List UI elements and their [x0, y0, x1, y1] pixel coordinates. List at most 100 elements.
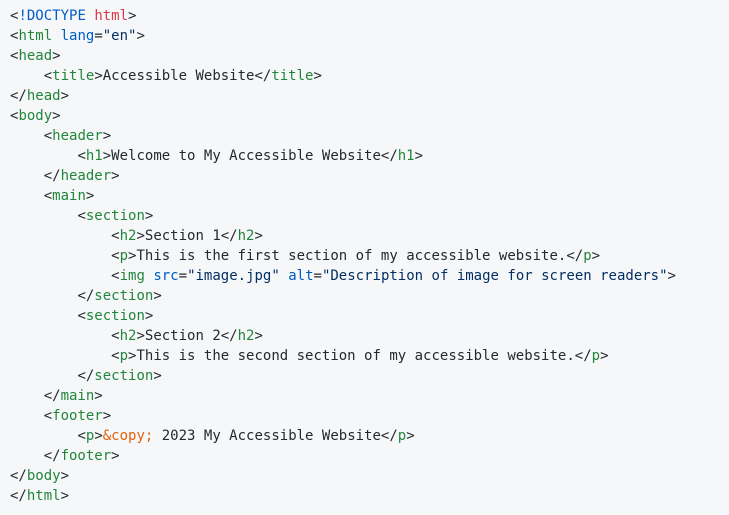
code-token: lang	[60, 28, 95, 44]
code-token: h1	[85, 148, 103, 164]
code-token: >	[600, 348, 609, 364]
code-token: src	[153, 268, 179, 284]
code-line: <img src="image.jpg" alt="Description of…	[10, 266, 729, 286]
code-token: <	[43, 408, 53, 424]
code-line: </head>	[10, 86, 729, 106]
code-token: </	[380, 428, 398, 444]
code-line: </footer>	[10, 446, 729, 466]
code-token: "en"	[102, 28, 137, 44]
code-line: <main>	[10, 186, 729, 206]
code-token: "Description of image for screen readers…	[321, 268, 668, 284]
code-token: <	[111, 268, 120, 284]
code-token: </	[77, 368, 95, 384]
code-view[interactable]: <!DOCTYPE html> <html lang="en"> <head> <t…	[0, 0, 729, 515]
code-token: This is the first section of my accessib…	[136, 248, 567, 264]
code-line: <title>Accessible Website</title>	[10, 66, 729, 86]
code-line: </section>	[10, 286, 729, 306]
code-token: >	[136, 28, 145, 44]
code-token: 2023 My Accessible Website	[153, 428, 381, 444]
code-token: </	[220, 328, 238, 344]
code-line: </section>	[10, 366, 729, 386]
code-token: =	[94, 28, 103, 44]
code-token: head	[26, 88, 61, 104]
code-token: >	[52, 108, 61, 124]
code-token: >	[144, 308, 154, 324]
code-token: >	[667, 268, 676, 284]
code-token: </	[10, 488, 27, 504]
code-token: p	[119, 248, 129, 264]
code-token: >	[52, 48, 61, 64]
code-line: <html lang="en">	[10, 26, 729, 46]
code-line: <section>	[10, 306, 729, 326]
code-line: <section>	[10, 206, 729, 226]
code-token: section	[85, 208, 145, 224]
code-line: </header>	[10, 166, 729, 186]
code-token: >	[85, 188, 95, 204]
code-token: >	[94, 428, 103, 444]
code-token: p	[397, 428, 407, 444]
code-token: >	[102, 128, 112, 144]
code-token: >	[153, 368, 162, 384]
code-line: </main>	[10, 386, 729, 406]
code-token: <	[111, 348, 120, 364]
code-token: >	[94, 68, 103, 84]
code-token: header	[52, 128, 103, 144]
code-token: <	[77, 308, 86, 324]
code-token: </	[566, 248, 584, 264]
code-token: h2	[237, 328, 255, 344]
code-token: </	[43, 388, 61, 404]
code-token: Accessible Website	[102, 68, 255, 84]
code-token: >	[136, 328, 145, 344]
code-token: header	[60, 168, 112, 184]
code-token: >	[136, 228, 145, 244]
code-token: >	[60, 488, 70, 504]
code-token: section	[94, 288, 154, 304]
code-token: <	[111, 248, 120, 264]
code-token: html	[26, 488, 61, 504]
code-token: >	[94, 388, 103, 404]
code-token: >	[254, 328, 263, 344]
code-line: < p> This is the second section of my acce…	[10, 346, 729, 366]
code-token: Section 1	[144, 228, 221, 244]
code-token: <	[43, 188, 53, 204]
code-token: title	[52, 68, 95, 84]
code-token: &copy;	[102, 428, 154, 444]
code-line: <h2>Section 1</h2>	[10, 226, 729, 246]
code-token: main	[52, 188, 86, 204]
code-token: html	[94, 8, 129, 24]
code-token: title	[271, 68, 314, 84]
code-line: <p>&copy; 2023 My Accessible Website</p>	[10, 426, 729, 446]
code-token: <	[43, 68, 53, 84]
code-line: <h2>Section 2</h2>	[10, 326, 729, 346]
code-token: !DOCTYPE	[18, 8, 86, 24]
code-token: >	[102, 408, 112, 424]
code-token: section	[85, 308, 145, 324]
code-token: p	[583, 248, 592, 264]
code-token: <	[77, 148, 86, 164]
code-token: Welcome to My Accessible Website	[111, 148, 381, 164]
code-token: </	[220, 228, 238, 244]
code-token: h2	[119, 328, 137, 344]
code-token: <	[43, 128, 53, 144]
code-token: </	[380, 148, 398, 164]
code-line: <header>	[10, 126, 729, 146]
code-token: =	[178, 268, 188, 284]
code-token: img	[119, 268, 145, 284]
code-line: <h1>Welcome to My Accessible Website</h1…	[10, 146, 729, 166]
code-token: >	[313, 68, 322, 84]
code-token: footer	[52, 408, 103, 424]
code-token: This is the second section of my accessi…	[136, 348, 575, 364]
code-line: <head>	[10, 46, 729, 66]
code-token: <	[77, 428, 86, 444]
code-token: >	[414, 148, 424, 164]
code-token: p	[591, 348, 601, 364]
code-token: </	[10, 88, 27, 104]
